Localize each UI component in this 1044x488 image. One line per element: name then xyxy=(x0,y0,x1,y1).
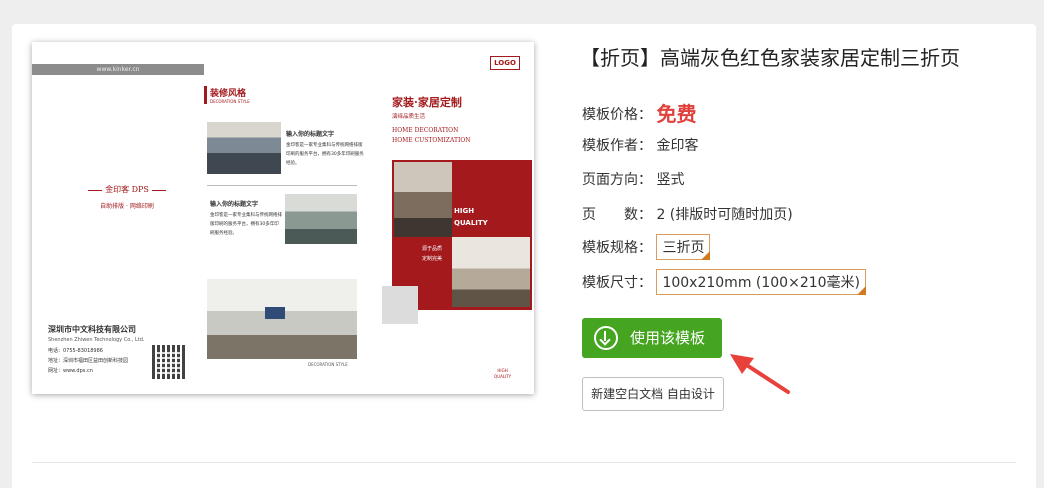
download-arrow-icon xyxy=(594,326,618,350)
pointer-arrow-icon xyxy=(730,354,790,394)
preview-right-en2: HOME CUSTOMIZATION xyxy=(392,137,471,144)
use-template-label: 使用该模板 xyxy=(630,329,706,347)
preview-company-en: Shenzhen Zhiwen Technology Co., Ltd. xyxy=(48,337,145,343)
preview-block2-text: 金印客是一家专业集科与传统网络排版印刷的服务平台，拥有30多年印刷服务经验。 xyxy=(210,213,282,236)
template-preview[interactable]: www.kinker.cn LOGO 金印客 DPS 自助排版 · 网络印刷 深… xyxy=(32,42,534,394)
size-label: 模板尺寸： xyxy=(582,275,652,291)
author-row: 模板作者： 金印客 xyxy=(582,135,698,155)
preview-image-lounge xyxy=(394,162,452,237)
preview-brand-title: 金印客 DPS xyxy=(105,185,149,194)
template-card: www.kinker.cn LOGO 金印客 DPS 自助排版 · 网络印刷 深… xyxy=(12,24,1036,488)
size-row: 模板尺寸： 100x210mm (100×210毫米) xyxy=(582,269,867,295)
preview-block1: 输入你的标题文字 金印客是一家专业集科与传统网络排版印刷的服务平台，拥有30多年… xyxy=(286,130,366,168)
preview-block2: 输入你的标题文字 金印客是一家专业集科与传统网络排版印刷的服务平台，拥有30多年… xyxy=(210,200,282,238)
preview-right-title: 家装·家居定制 演绎品质生活 HOME DECORATION HOME CUST… xyxy=(392,94,471,146)
author-value: 金印客 xyxy=(656,138,699,154)
preview-block1-text: 金印客是一家专业集科与传统网络排版印刷的服务平台，拥有30多年印刷服务经验。 xyxy=(286,143,364,166)
price-value: 免费 xyxy=(656,102,697,126)
preview-block2-heading: 输入你的标题文字 xyxy=(210,201,259,208)
preview-red-text2: 定制完美 xyxy=(422,256,443,262)
orientation-label: 页面方向： xyxy=(582,172,652,188)
orientation-value: 竖式 xyxy=(656,172,685,188)
pages-row: 页 数： 2 (排版时可随时加页) xyxy=(582,204,793,224)
orientation-row: 页面方向： 竖式 xyxy=(582,169,684,189)
preview-company-name: 深圳市中文科技有限公司 xyxy=(48,324,136,334)
preview-right-title-text: 家装·家居定制 xyxy=(392,96,462,109)
price-row: 模板价格： 免费 xyxy=(582,98,696,127)
preview-hq2: QUALITY xyxy=(454,219,488,227)
section-divider xyxy=(32,462,1016,463)
preview-mid-title-text: 装修风格 xyxy=(210,89,247,99)
preview-brand: 金印客 DPS 自助排版 · 网络印刷 xyxy=(72,184,182,210)
preview-image-tv-room xyxy=(207,279,357,359)
spec-option[interactable]: 三折页 xyxy=(656,234,711,260)
preview-image-living-room xyxy=(207,122,281,174)
preview-logo: LOGO xyxy=(490,56,520,70)
new-blank-document-button[interactable]: 新建空白文档 自由设计 xyxy=(582,377,724,411)
preview-image-bedroom xyxy=(285,194,357,244)
preview-right-sub: 演绎品质生活 xyxy=(392,114,426,120)
preview-decoration-style: DECORATION STYLE xyxy=(308,362,348,367)
preview-right-en1: HOME DECORATION xyxy=(392,127,459,134)
preview-red-text1: 源于品质 xyxy=(422,246,443,252)
preview-block1-heading: 输入你的标题文字 xyxy=(286,131,335,138)
preview-gray-block xyxy=(382,286,418,324)
pages-value: 2 (排版时可随时加页) xyxy=(656,207,793,223)
preview-mid-title: 装修风格 DECORATION STYLE xyxy=(204,86,250,104)
spec-label: 模板规格： xyxy=(582,240,652,256)
preview-url: www.kinker.cn xyxy=(96,66,140,73)
preview-qr-code xyxy=(152,345,186,379)
template-title: 【折页】高端灰色红色家装家居定制三折页 xyxy=(580,46,960,70)
preview-divider xyxy=(207,185,357,186)
size-option[interactable]: 100x210mm (100×210毫米) xyxy=(656,269,867,295)
preview-image-hall xyxy=(452,237,530,307)
preview-mid-subtitle: DECORATION STYLE xyxy=(210,99,250,104)
author-label: 模板作者： xyxy=(582,138,652,154)
pages-label: 页 数： xyxy=(582,207,652,223)
price-label: 模板价格： xyxy=(582,107,652,123)
preview-bottom-quality: HIGH QUALITY xyxy=(494,368,511,380)
spec-row: 模板规格： 三折页 xyxy=(582,234,711,260)
use-template-button[interactable]: 使用该模板 xyxy=(582,318,722,358)
preview-brand-slogan: 自助排版 · 网络印刷 xyxy=(100,203,154,210)
preview-hq1: HIGH xyxy=(454,207,475,215)
preview-bottom-hq2: QUALITY xyxy=(494,374,512,379)
